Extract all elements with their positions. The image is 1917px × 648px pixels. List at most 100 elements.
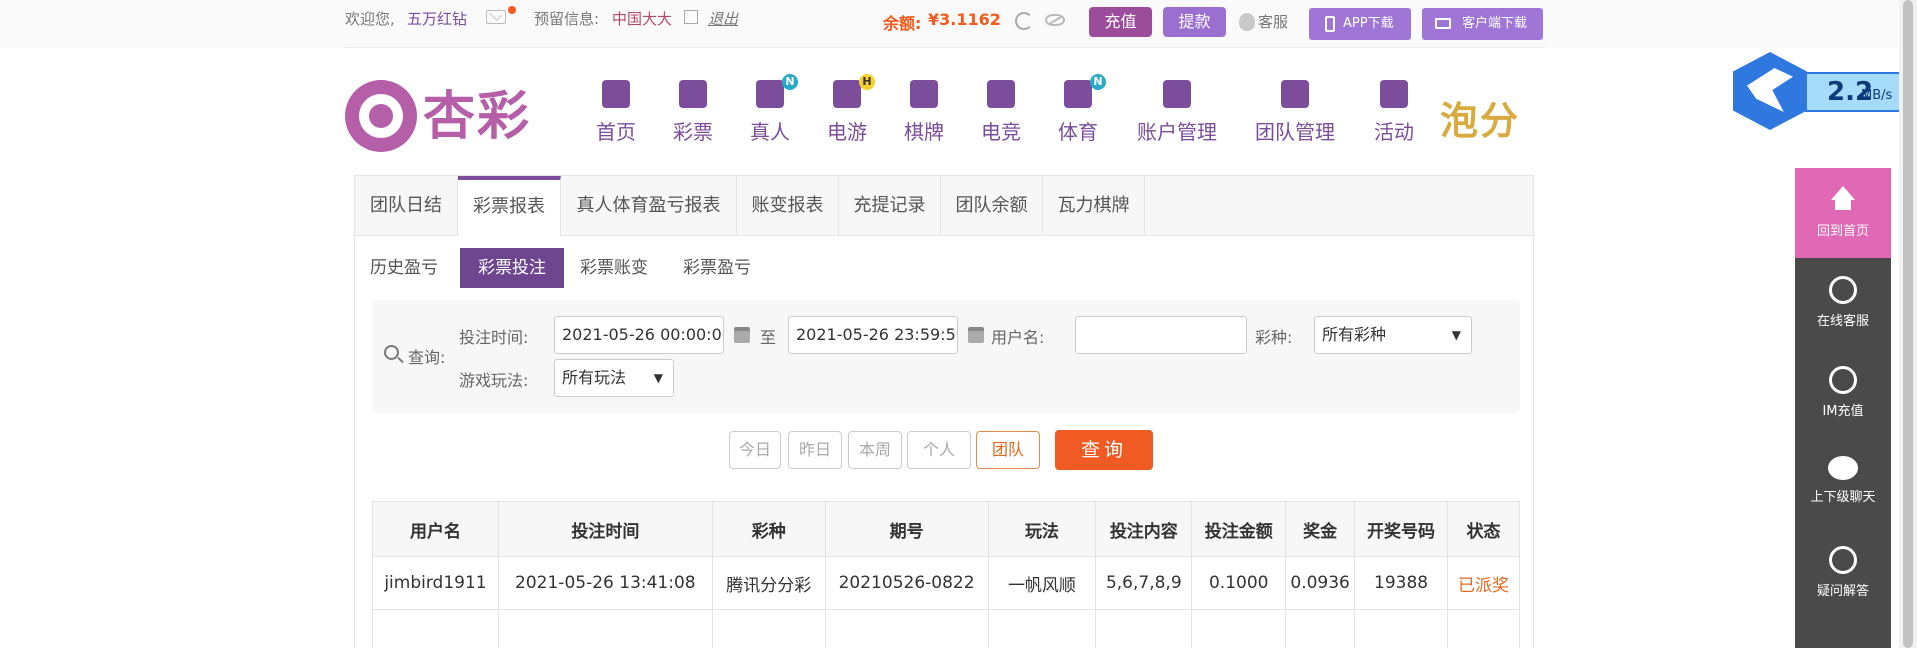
customer-service-icon[interactable] (1239, 13, 1255, 31)
logo-text: 杏彩 (423, 86, 532, 147)
this-week-button[interactable]: 本周 (848, 431, 902, 469)
nav-item-team[interactable]: 团队管理 (1251, 80, 1339, 145)
nav-item-esports[interactable]: 电竞 (975, 80, 1027, 145)
tab-account-change[interactable]: 账变报表 (737, 176, 839, 236)
unread-dot (508, 6, 516, 14)
sidebar-chat[interactable]: 上下级聊天 (1795, 438, 1891, 528)
subtab-lottery-pl[interactable]: 彩票盈亏 (667, 248, 767, 288)
dropdown-arrow-icon: ▼ (653, 371, 663, 385)
nav-label: 电游 (827, 120, 867, 144)
sidebar-label: IM充值 (1822, 404, 1864, 419)
table-header-row: 用户名 投注时间 彩种 期号 玩法 投注内容 投注金额 奖金 开奖号码 状态 (372, 501, 1520, 557)
table-row[interactable]: jimbird1911 2021-05-26 13:41:08 腾讯分分彩 20… (372, 556, 1520, 610)
sidebar-label: 上下级聊天 (1810, 490, 1876, 505)
cell-issue: 20210526-0822 (824, 556, 989, 610)
username-input[interactable] (1075, 316, 1247, 354)
sidebar-online-service[interactable]: 在线客服 (1795, 258, 1891, 348)
withdraw-button[interactable]: 提款 (1163, 7, 1226, 37)
sidebar-faq[interactable]: 疑问解答 (1795, 528, 1891, 618)
sidebar-label: 回到首页 (1816, 224, 1869, 239)
cell-status: 已派奖 (1447, 556, 1520, 610)
gift-icon (1380, 80, 1408, 108)
recharge-button[interactable]: 充值 (1089, 7, 1152, 37)
username-link[interactable]: 五万红钻 (407, 8, 467, 30)
refresh-icon[interactable] (1015, 12, 1033, 30)
play-type-select[interactable]: 所有玩法 ▼ (554, 359, 674, 397)
points-link[interactable]: 泡分 (1440, 90, 1520, 145)
logout-link[interactable]: 退出 (708, 8, 738, 29)
tab-team-balance[interactable]: 团队余额 (941, 176, 1043, 236)
column-header: 状态 (1447, 501, 1520, 557)
table-row[interactable] (372, 609, 1520, 648)
nav-item-lottery[interactable]: 彩票 (667, 80, 719, 145)
column-header: 投注金额 (1191, 501, 1287, 557)
welcome-text: 欢迎您, (345, 10, 395, 28)
nav-label: 账户管理 (1137, 120, 1217, 144)
query-form: 查询: 投注时间: 2021-05-26 00:00:00 至 2021-05-… (372, 300, 1520, 413)
calendar-icon[interactable] (968, 327, 984, 343)
top-bar-inner: 欢迎您, 五万红钻 预留信息: 中国大大 退出 余额: ¥3.1162 充值 提… (345, 0, 1545, 48)
column-header: 玩法 (987, 501, 1097, 557)
chat-bubble-icon (1828, 456, 1858, 480)
live-dealer-icon (756, 80, 784, 108)
cell-lottery: 腾讯分分彩 (711, 556, 826, 610)
yesterday-button[interactable]: 昨日 (788, 431, 842, 469)
nav-item-egame[interactable]: H 电游 (821, 74, 875, 145)
play-type-label: 游戏玩法: (459, 371, 529, 390)
report-panel: 团队日结 彩票报表 真人体育盈亏报表 账变报表 充提记录 团队余额 瓦力棋牌 历… (354, 175, 1534, 648)
esports-controller-icon (987, 80, 1015, 108)
nav-label: 团队管理 (1255, 120, 1335, 144)
play-type-value: 所有玩法 (562, 368, 627, 387)
sidebar-im-recharge[interactable]: IM充值 (1795, 348, 1891, 438)
query-button[interactable]: 查询 (1055, 430, 1153, 470)
lottery-type-select[interactable]: 所有彩种 ▼ (1314, 316, 1472, 354)
nav-item-home[interactable]: 首页 (590, 80, 642, 145)
nav-item-chess-cards[interactable]: 棋牌 (898, 80, 950, 145)
column-header: 期号 (824, 501, 989, 557)
team-button[interactable]: 团队 (976, 431, 1040, 469)
column-header: 投注内容 (1095, 501, 1193, 557)
hide-balance-icon[interactable] (1045, 14, 1065, 26)
calendar-icon[interactable] (734, 327, 750, 343)
subtab-history-pl[interactable]: 历史盈亏 (365, 248, 443, 288)
cell-bet-content: 5,6,7,8,9 (1095, 556, 1193, 610)
nav-label: 活动 (1374, 120, 1414, 144)
tab-deposit-withdraw[interactable]: 充提记录 (839, 176, 941, 236)
site-logo[interactable]: 杏彩 (345, 78, 535, 156)
scrollbar-thumb[interactable] (1903, 0, 1913, 648)
reserved-info-label: 预留信息: (534, 10, 600, 28)
nav-item-sports[interactable]: N 体育 (1052, 74, 1106, 145)
lottery-type-value: 所有彩种 (1322, 325, 1387, 344)
nav-item-account[interactable]: 账户管理 (1133, 80, 1221, 145)
home-icon (1828, 186, 1858, 214)
gamepad-icon (833, 80, 861, 108)
sidebar-home[interactable]: 回到首页 (1795, 168, 1891, 258)
column-header: 投注时间 (497, 501, 713, 557)
customer-service-link[interactable]: 客服 (1258, 11, 1288, 32)
subtab-lottery-bets[interactable]: 彩票投注 (460, 248, 564, 288)
edit-icon[interactable] (684, 10, 698, 24)
nav-label: 体育 (1058, 120, 1098, 144)
new-badge: N (782, 74, 798, 90)
subtab-lottery-change[interactable]: 彩票账变 (564, 248, 664, 288)
cell-play: 一帆风顺 (987, 556, 1097, 610)
mail-icon[interactable] (486, 10, 506, 24)
client-download-button[interactable]: 客户端下载 (1422, 8, 1543, 40)
tab-team-daily[interactable]: 团队日结 (355, 176, 458, 236)
cell-bet-amount: 0.1000 (1191, 556, 1287, 610)
nav-item-live[interactable]: N 真人 (744, 74, 798, 145)
column-header: 用户名 (372, 501, 499, 557)
tab-live-sports-report[interactable]: 真人体育盈亏报表 (561, 176, 737, 236)
cell-draw-number: 19388 (1354, 556, 1448, 610)
start-time-input[interactable]: 2021-05-26 00:00:00 (554, 316, 724, 354)
tab-wali-chess[interactable]: 瓦力棋牌 (1043, 176, 1145, 236)
end-time-input[interactable]: 2021-05-26 23:59:59 (788, 316, 958, 354)
bird-hexagon-icon[interactable] (1733, 52, 1807, 130)
today-button[interactable]: 今日 (729, 431, 781, 469)
app-download-button[interactable]: APP下载 (1309, 8, 1411, 40)
nav-item-activity[interactable]: 活动 (1368, 80, 1420, 145)
personal-button[interactable]: 个人 (907, 431, 971, 469)
tab-lottery-report[interactable]: 彩票报表 (458, 176, 561, 237)
app-download-label: APP下载 (1343, 16, 1394, 31)
nav-label: 电竞 (981, 120, 1021, 144)
